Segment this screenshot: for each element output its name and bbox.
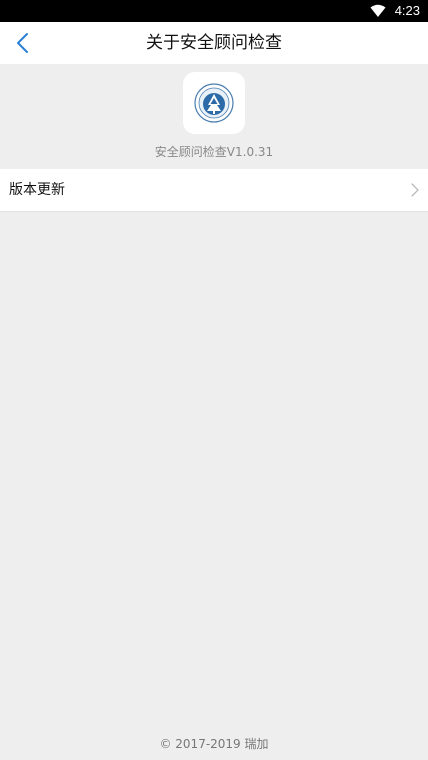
app-logo <box>183 72 245 134</box>
about-screen: 4:23 关于安全顾问检查 安全顾问检查V1.0.31 版本更新 © 2017-… <box>0 0 428 760</box>
app-logo-icon <box>194 83 234 123</box>
about-header: 安全顾问检查V1.0.31 <box>0 64 428 169</box>
app-version: 安全顾问检查V1.0.31 <box>154 145 274 159</box>
status-bar: 4:23 <box>0 0 428 22</box>
chevron-right-icon <box>411 183 419 197</box>
app-bar: 关于安全顾问检查 <box>0 22 428 64</box>
wifi-icon <box>370 4 386 17</box>
copyright-footer: © 2017-2019 瑞加 <box>159 737 269 751</box>
page-title: 关于安全顾问检查 <box>146 33 282 53</box>
version-update-label: 版本更新 <box>9 182 65 198</box>
version-update-item[interactable]: 版本更新 <box>0 169 428 212</box>
status-time: 4:23 <box>394 3 420 18</box>
